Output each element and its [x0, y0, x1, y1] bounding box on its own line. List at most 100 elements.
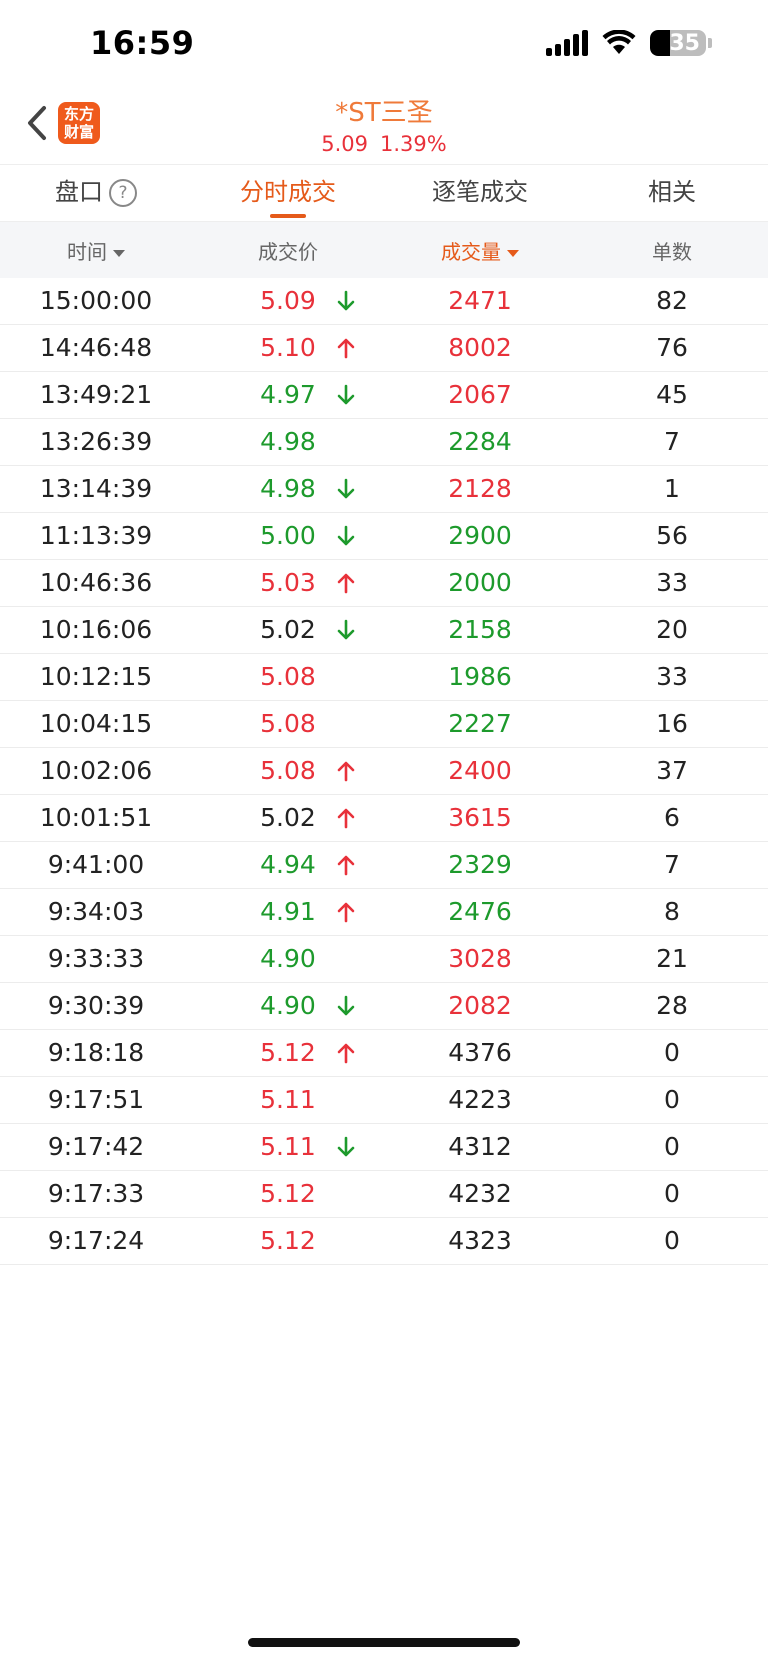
table-row: 15:00:00 5.09 2471 82: [0, 278, 768, 325]
sort-caret-icon: [113, 249, 125, 257]
cell-time: 10:02:06: [39, 756, 153, 785]
table-row: 10:12:15 5.08 1986 33: [0, 654, 768, 701]
help-icon[interactable]: ?: [109, 179, 137, 207]
cell-price: 5.08: [260, 709, 316, 738]
cell-time: 9:17:24: [47, 1226, 145, 1255]
arrow-down-icon: [336, 466, 358, 512]
cell-volume: 3028: [448, 944, 512, 973]
table-row: 9:17:24 5.12 4323 0: [0, 1218, 768, 1265]
column-header-label: 成交价: [258, 239, 318, 264]
cell-volume: 8002: [448, 333, 512, 362]
cell-volume: 2000: [448, 568, 512, 597]
table-row: 13:49:21 4.97 2067 45: [0, 372, 768, 419]
cell-count: 56: [656, 521, 688, 550]
tab-bar: 盘口? 分时成交 逐笔成交 相关: [0, 164, 768, 222]
stock-quote: 5.09 1.39%: [0, 132, 768, 156]
cell-volume: 2128: [448, 474, 512, 503]
cell-count: 76: [656, 333, 688, 362]
cell-count: 8: [664, 897, 680, 926]
cell-price: 5.11: [260, 1085, 316, 1114]
arrow-up-icon: [336, 889, 358, 935]
table-row: 9:17:33 5.12 4232 0: [0, 1171, 768, 1218]
cell-count: 6: [664, 803, 680, 832]
cell-count: 37: [656, 756, 688, 785]
cell-time: 10:01:51: [39, 803, 153, 832]
arrow-down-icon: [336, 278, 358, 324]
cell-volume: 2400: [448, 756, 512, 785]
cell-volume: 2067: [448, 380, 512, 409]
cell-count: 16: [656, 709, 688, 738]
table-row: 10:02:06 5.08 2400 37: [0, 748, 768, 795]
cell-count: 45: [656, 380, 688, 409]
table-row: 10:16:06 5.02 2158 20: [0, 607, 768, 654]
cell-volume: 2900: [448, 521, 512, 550]
cell-count: 0: [664, 1132, 680, 1161]
cell-volume: 1986: [448, 662, 512, 691]
cell-volume: 4232: [448, 1179, 512, 1208]
tab-related[interactable]: 相关: [576, 165, 768, 221]
cell-time: 9:41:00: [47, 850, 145, 879]
wifi-icon: [602, 30, 636, 54]
table-row: 14:46:48 5.10 8002 76: [0, 325, 768, 372]
arrow-down-icon: [336, 372, 358, 418]
cell-time: 13:49:21: [39, 380, 153, 409]
header: 东方 财富 *ST三圣 5.09 1.39%: [0, 90, 768, 164]
table-row: 10:04:15 5.08 2227 16: [0, 701, 768, 748]
stock-change-percent: 1.39%: [380, 132, 447, 156]
cell-time: 13:14:39: [39, 474, 153, 503]
table-row: 9:34:03 4.91 2476 8: [0, 889, 768, 936]
arrow-up-icon: [336, 842, 358, 888]
cell-time: 10:16:06: [39, 615, 153, 644]
status-bar: 16:59 35: [0, 0, 768, 90]
cell-count: 33: [656, 662, 688, 691]
cell-time: 10:12:15: [39, 662, 153, 691]
cell-volume: 2476: [448, 897, 512, 926]
cell-volume: 3615: [448, 803, 512, 832]
cell-count: 33: [656, 568, 688, 597]
arrow-up-icon: [336, 1030, 358, 1076]
table-row: 9:18:18 5.12 4376 0: [0, 1030, 768, 1077]
cell-time: 15:00:00: [39, 286, 153, 315]
stock-price: 5.09: [321, 132, 369, 156]
home-indicator: [248, 1638, 520, 1647]
table-header: 时间 成交价 成交量 单数: [0, 222, 768, 278]
table-row: 10:01:51 5.02 3615 6: [0, 795, 768, 842]
cell-time: 14:46:48: [39, 333, 153, 362]
cell-volume: 2082: [448, 991, 512, 1020]
cell-time: 9:34:03: [47, 897, 145, 926]
table-row: 13:14:39 4.98 2128 1: [0, 466, 768, 513]
column-header-price: 成交价: [192, 236, 384, 265]
tab-label: 盘口: [55, 178, 103, 206]
cell-volume: 4312: [448, 1132, 512, 1161]
cell-count: 0: [664, 1085, 680, 1114]
stock-name: *ST三圣: [335, 98, 433, 128]
column-header-volume[interactable]: 成交量: [384, 236, 576, 265]
cell-count: 0: [664, 1226, 680, 1255]
tab-label: 逐笔成交: [432, 178, 528, 206]
cell-volume: 2284: [448, 427, 512, 456]
cell-volume: 4323: [448, 1226, 512, 1255]
tab-label: 分时成交: [240, 178, 336, 206]
arrow-down-icon: [336, 983, 358, 1029]
tab-order-book[interactable]: 盘口?: [0, 165, 192, 221]
battery-level: 35: [669, 30, 700, 56]
cell-count: 1: [664, 474, 680, 503]
tab-tick-trades[interactable]: 逐笔成交: [384, 165, 576, 221]
column-header-time[interactable]: 时间: [0, 236, 192, 265]
status-icons: 35: [546, 30, 712, 56]
cell-volume: 2329: [448, 850, 512, 879]
table-row: 11:13:39 5.00 2900 56: [0, 513, 768, 560]
cell-time: 10:46:36: [39, 568, 153, 597]
cell-price: 5.12: [260, 1179, 316, 1208]
table-row: 9:41:00 4.94 2329 7: [0, 842, 768, 889]
arrow-down-icon: [336, 513, 358, 559]
table-row: 9:17:42 5.11 4312 0: [0, 1124, 768, 1171]
cell-count: 7: [664, 850, 680, 879]
arrow-down-icon: [336, 1124, 358, 1170]
table-row: 13:26:39 4.98 2284 7: [0, 419, 768, 466]
tab-label: 相关: [648, 178, 696, 206]
table-row: 10:46:36 5.03 2000 33: [0, 560, 768, 607]
tab-minute-trades[interactable]: 分时成交: [192, 165, 384, 221]
column-header-count: 单数: [576, 236, 768, 265]
table-row: 9:17:51 5.11 4223 0: [0, 1077, 768, 1124]
